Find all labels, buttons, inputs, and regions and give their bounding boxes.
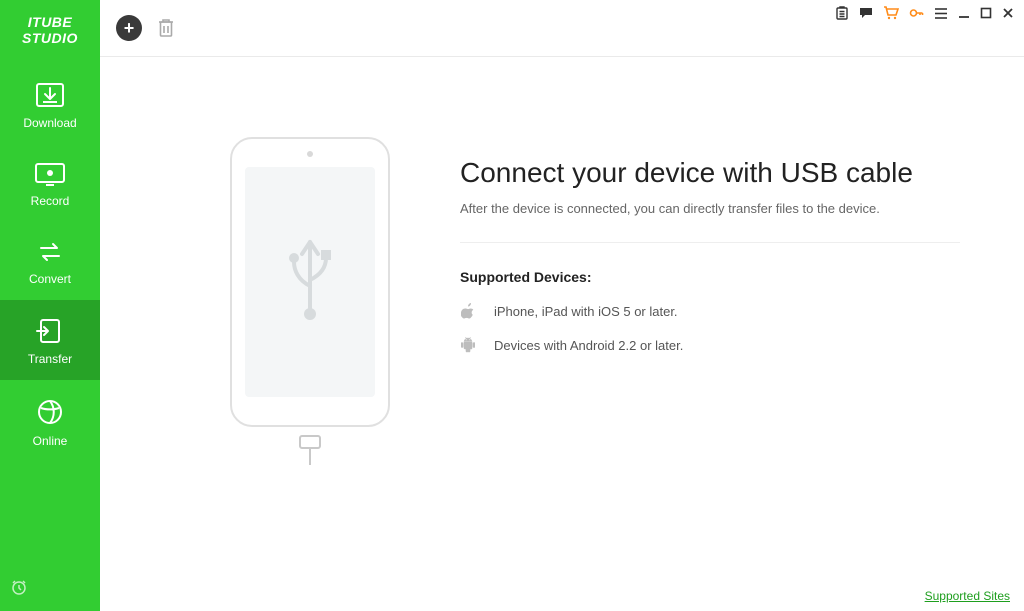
info-panel: Connect your device with USB cable After… xyxy=(460,137,984,371)
add-button[interactable]: + xyxy=(116,15,142,41)
content: Connect your device with USB cable After… xyxy=(100,57,1024,611)
sidebar-item-label: Download xyxy=(23,116,76,130)
globe-icon xyxy=(36,398,64,426)
device-screen xyxy=(245,167,375,397)
sidebar-item-download[interactable]: Download xyxy=(0,64,100,144)
app-root: ITUBE STUDIO Download Record xyxy=(0,0,1024,611)
support-row-ios: iPhone, iPad with iOS 5 or later. xyxy=(460,303,984,319)
maximize-button[interactable] xyxy=(980,7,992,19)
usb-icon xyxy=(280,230,340,335)
support-android-text: Devices with Android 2.2 or later. xyxy=(494,338,683,353)
supported-sites-link[interactable]: Supported Sites xyxy=(925,589,1010,603)
connector-plug-icon xyxy=(299,435,321,449)
transfer-icon xyxy=(35,318,65,344)
cart-icon[interactable] xyxy=(883,6,899,20)
minimize-button[interactable] xyxy=(958,7,970,19)
apple-icon xyxy=(460,303,476,319)
support-ios-text: iPhone, iPad with iOS 5 or later. xyxy=(494,304,678,319)
main-area: + xyxy=(100,0,1024,611)
window-controls xyxy=(835,6,1014,20)
sidebar-bottom xyxy=(0,568,100,611)
sidebar-item-label: Transfer xyxy=(28,352,72,366)
android-icon xyxy=(460,337,476,353)
download-icon xyxy=(35,82,65,108)
device-connector xyxy=(299,435,321,449)
menu-icon[interactable] xyxy=(934,7,948,20)
sidebar-item-online[interactable]: Online xyxy=(0,380,100,462)
scheduler-icon[interactable] xyxy=(10,583,28,600)
sidebar-item-transfer[interactable]: Transfer xyxy=(0,300,100,380)
sidebar-item-record[interactable]: Record xyxy=(0,144,100,222)
close-button[interactable] xyxy=(1002,7,1014,19)
sidebar: ITUBE STUDIO Download Record xyxy=(0,0,100,611)
device-camera xyxy=(307,151,313,157)
device-body xyxy=(230,137,390,427)
trash-button[interactable] xyxy=(156,17,176,39)
support-row-android: Devices with Android 2.2 or later. xyxy=(460,337,984,353)
sidebar-item-label: Convert xyxy=(29,272,71,286)
brand-title: ITUBE STUDIO xyxy=(0,0,100,64)
sidebar-item-label: Online xyxy=(33,434,68,448)
key-icon[interactable] xyxy=(909,6,924,20)
convert-icon xyxy=(35,240,65,264)
info-divider xyxy=(460,242,960,243)
sidebar-item-convert[interactable]: Convert xyxy=(0,222,100,300)
device-illustration xyxy=(220,137,400,449)
clipboard-icon[interactable] xyxy=(835,6,849,20)
feedback-icon[interactable] xyxy=(859,6,873,20)
record-icon xyxy=(34,162,66,186)
sidebar-item-label: Record xyxy=(31,194,70,208)
headline: Connect your device with USB cable xyxy=(460,157,984,189)
subline: After the device is connected, you can d… xyxy=(460,201,984,216)
supported-title: Supported Devices: xyxy=(460,269,984,285)
